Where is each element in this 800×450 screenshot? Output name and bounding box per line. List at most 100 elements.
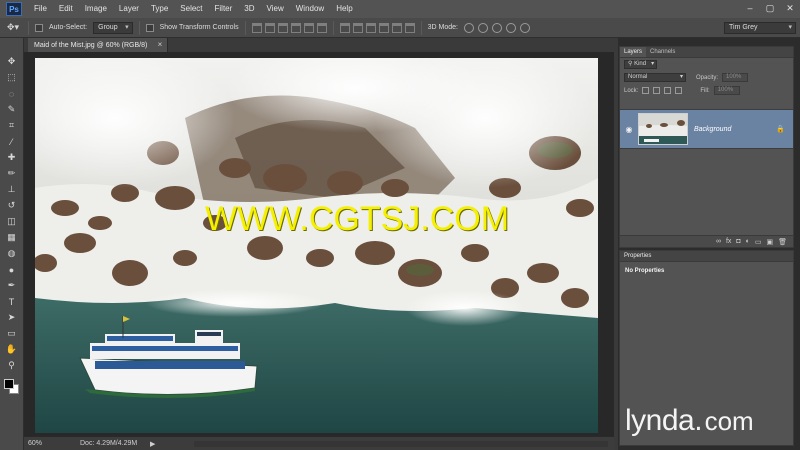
brush-icon[interactable]: ✏ xyxy=(3,166,21,181)
minimize-button[interactable]: – xyxy=(744,2,756,14)
gradient-icon[interactable]: ▦ xyxy=(3,230,21,245)
layer-name[interactable]: Background xyxy=(694,126,776,133)
workspace-dropdown[interactable]: Tim Grey xyxy=(724,22,796,34)
tab-layers[interactable]: Layers xyxy=(620,47,647,57)
lasso-icon[interactable]: ◌ xyxy=(3,86,21,101)
link-icon[interactable]: ∞ xyxy=(716,238,721,245)
marquee-icon[interactable]: ⬚ xyxy=(3,70,21,85)
separator xyxy=(138,20,140,35)
pen-icon[interactable]: ✒ xyxy=(3,278,21,293)
3d-scale-icon[interactable] xyxy=(519,22,530,33)
show-transform-label: Show Transform Controls xyxy=(159,24,239,31)
3d-rotate-icon[interactable] xyxy=(463,22,474,33)
mask-icon[interactable]: ◘ xyxy=(736,238,740,245)
document-image[interactable] xyxy=(35,58,598,433)
3d-roll-icon[interactable] xyxy=(477,22,488,33)
tab-channels[interactable]: Channels xyxy=(646,47,679,57)
align-buttons xyxy=(251,22,327,33)
healing-brush-icon[interactable]: ✚ xyxy=(3,150,21,165)
distribute-left-icon[interactable] xyxy=(378,22,389,33)
menu-filter[interactable]: Filter xyxy=(209,0,239,18)
show-transform-checkbox[interactable] xyxy=(145,23,154,32)
blur-icon[interactable]: ◍ xyxy=(3,246,21,261)
path-select-icon[interactable]: ➤ xyxy=(3,310,21,325)
quick-select-icon[interactable]: ✎ xyxy=(3,102,21,117)
3d-slide-icon[interactable] xyxy=(505,22,516,33)
move-tool-preset-icon[interactable]: ✥▾ xyxy=(4,20,22,35)
menu-window[interactable]: Window xyxy=(290,0,330,18)
eyedropper-icon[interactable]: ⁄ xyxy=(3,134,21,149)
align-hcenter-icon[interactable] xyxy=(303,22,314,33)
new-layer-icon[interactable]: ▣ xyxy=(766,238,773,246)
auto-select-dropdown[interactable]: Group xyxy=(93,21,133,34)
lock-transparent-icon[interactable] xyxy=(642,87,650,94)
menu-file[interactable]: File xyxy=(28,0,53,18)
lynda-logo: lynda . com xyxy=(625,404,754,438)
auto-select-label: Auto-Select: xyxy=(49,24,88,31)
menu-select[interactable]: Select xyxy=(174,0,208,18)
menu-edit[interactable]: Edit xyxy=(53,0,79,18)
distribute-right-icon[interactable] xyxy=(404,22,415,33)
shape-icon[interactable]: ▭ xyxy=(3,326,21,341)
lock-label: Lock: xyxy=(624,87,639,94)
zoom-level[interactable]: 60% xyxy=(24,440,48,447)
horizontal-scrollbar[interactable] xyxy=(194,441,608,447)
layer-row-background[interactable]: ◉ Background 🔒 xyxy=(620,109,793,149)
distribute-top-icon[interactable] xyxy=(339,22,350,33)
auto-select-checkbox[interactable] xyxy=(35,23,43,32)
type-icon[interactable]: T xyxy=(3,294,21,309)
align-left-icon[interactable] xyxy=(290,22,301,33)
align-top-icon[interactable] xyxy=(251,22,262,33)
properties-title[interactable]: Properties xyxy=(620,251,793,262)
fill-field[interactable]: 100% xyxy=(713,86,740,95)
color-swatches[interactable] xyxy=(3,378,21,396)
eraser-icon[interactable]: ◫ xyxy=(3,214,21,229)
3d-pan-icon[interactable] xyxy=(491,22,502,33)
opacity-field[interactable]: 100% xyxy=(722,73,749,82)
crop-icon[interactable]: ⌗ xyxy=(3,118,21,133)
layers-panel-tabs: Layers Channels xyxy=(620,47,793,58)
visibility-eye-icon[interactable]: ◉ xyxy=(622,125,636,134)
waterfall-photo xyxy=(35,58,598,433)
restore-button[interactable]: ▢ xyxy=(764,2,776,14)
blend-row: Normal Opacity: 100% xyxy=(620,71,793,84)
close-tab-icon[interactable]: × xyxy=(158,40,163,49)
opacity-label: Opacity: xyxy=(696,74,719,81)
layer-kind-filter[interactable]: ⚲ Kind xyxy=(624,60,658,69)
3d-mode-buttons xyxy=(463,22,530,33)
distribute-vcenter-icon[interactable] xyxy=(352,22,363,33)
panel-collapse-strip[interactable] xyxy=(614,38,618,450)
group-icon[interactable]: ▭ xyxy=(755,238,762,246)
history-brush-icon[interactable]: ↺ xyxy=(3,198,21,213)
hand-icon[interactable]: ✋ xyxy=(3,342,21,357)
clone-stamp-icon[interactable]: ⊥ xyxy=(3,182,21,197)
dodge-icon[interactable]: ● xyxy=(3,262,21,277)
align-right-icon[interactable] xyxy=(316,22,327,33)
document-tab[interactable]: Maid of the Mist.jpg @ 60% (RGB/8) × xyxy=(28,38,169,52)
status-menu-arrow-icon[interactable]: ▶ xyxy=(150,440,155,448)
kind-label: Kind xyxy=(634,61,647,67)
align-bottom-icon[interactable] xyxy=(277,22,288,33)
menu-type[interactable]: Type xyxy=(145,0,174,18)
distribute-hcenter-icon[interactable] xyxy=(391,22,402,33)
zoom-icon[interactable]: ⚲ xyxy=(3,358,21,373)
menu-view[interactable]: View xyxy=(261,0,290,18)
move-icon[interactable]: ✥ xyxy=(3,54,21,69)
menu-layer[interactable]: Layer xyxy=(113,0,145,18)
distribute-bottom-icon[interactable] xyxy=(365,22,376,33)
trash-icon[interactable]: 🗑 xyxy=(778,238,787,246)
menu-3d[interactable]: 3D xyxy=(238,0,260,18)
lock-all-icon[interactable] xyxy=(675,87,683,94)
menu-help[interactable]: Help xyxy=(330,0,358,18)
lock-position-icon[interactable] xyxy=(664,87,672,94)
foreground-color-swatch[interactable] xyxy=(3,379,14,389)
fx-icon[interactable]: fx xyxy=(726,238,731,245)
blend-mode-select[interactable]: Normal xyxy=(624,73,686,82)
lock-image-icon[interactable] xyxy=(653,87,661,94)
menu-bar: Ps File Edit Image Layer Type Select Fil… xyxy=(0,0,800,18)
align-vcenter-icon[interactable] xyxy=(264,22,275,33)
close-button[interactable]: ✕ xyxy=(784,2,796,14)
canvas-area[interactable] xyxy=(24,52,614,436)
adjustment-icon[interactable]: ◐ xyxy=(746,238,750,245)
menu-image[interactable]: Image xyxy=(79,0,113,18)
